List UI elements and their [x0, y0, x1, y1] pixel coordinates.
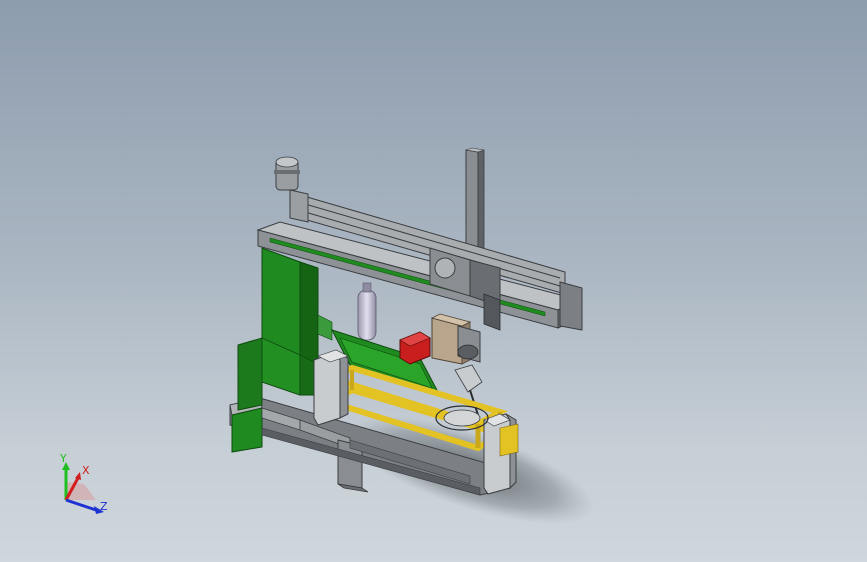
- triad-y-label: Y: [59, 452, 67, 465]
- headstock-left[interactable]: [313, 349, 349, 426]
- gas-cylinder[interactable]: [357, 282, 377, 341]
- rotary-ring[interactable]: [435, 405, 489, 431]
- welding-machine-model[interactable]: [0, 0, 867, 562]
- graphics-viewport[interactable]: Y X Z: [0, 0, 867, 562]
- beam-drive-motor[interactable]: [274, 156, 300, 191]
- wire-feeder[interactable]: [399, 331, 431, 365]
- triad-z-axis: [65, 498, 97, 512]
- triad-z-label: Z: [100, 500, 108, 513]
- tailstock-right[interactable]: [483, 413, 519, 495]
- orientation-triad[interactable]: Y X Z: [44, 448, 114, 520]
- triad-x-label: X: [82, 464, 90, 477]
